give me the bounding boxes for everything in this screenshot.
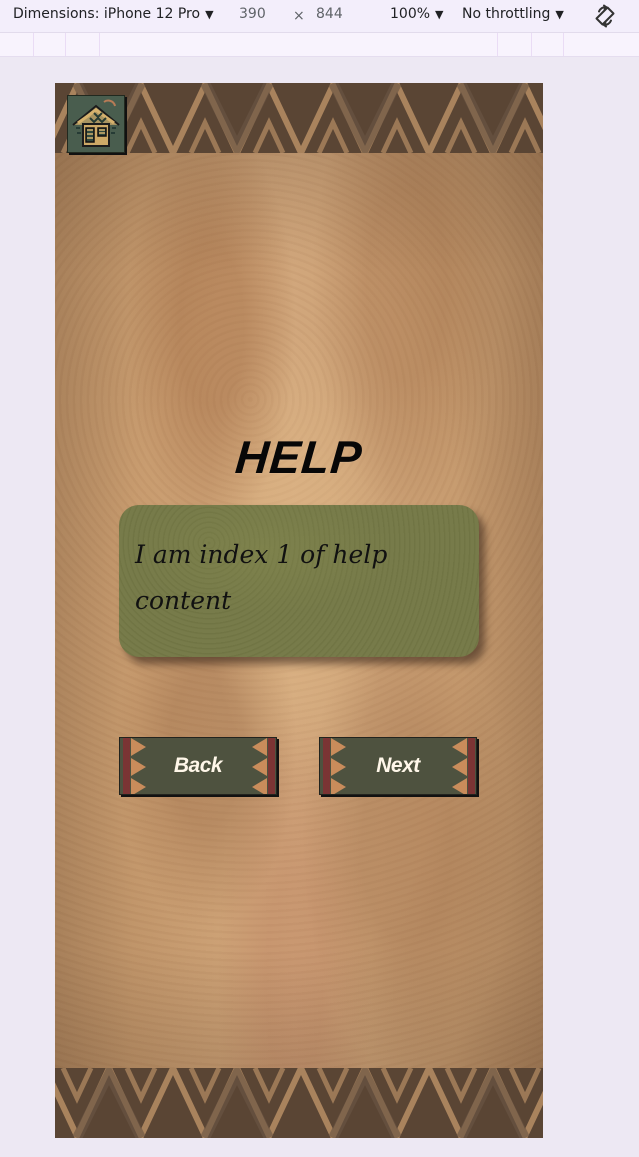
dimensions-label: Dimensions: iPhone 12 Pro [13, 6, 201, 22]
help-content-text: I am index 1 of help content [135, 540, 388, 615]
ruler-tick [563, 33, 564, 56]
top-zigzag-pattern [55, 83, 543, 153]
ruler-tick [33, 33, 34, 56]
back-button-label: Back [173, 754, 223, 777]
ruler-tick [99, 33, 100, 56]
bottom-tribal-border [55, 1068, 543, 1138]
devtools-toolbar: Dimensions: iPhone 12 Pro ▼ 390 × 844 100… [0, 0, 639, 32]
rotate-icon[interactable] [593, 4, 617, 28]
zoom-value: 100% [390, 6, 431, 22]
back-button[interactable]: Back [119, 737, 277, 795]
dimension-times-icon: × [293, 8, 305, 24]
device-ruler [0, 33, 639, 57]
zoom-dropdown-icon: ▼ [435, 8, 444, 21]
page-title: HELP [233, 430, 365, 483]
home-button[interactable] [67, 95, 125, 153]
dimensions-selector[interactable]: Dimensions: iPhone 12 Pro ▼ [13, 6, 214, 22]
throttling-selector[interactable]: No throttling ▼ [462, 6, 564, 22]
device-height-value[interactable]: 844 [316, 6, 343, 22]
ruler-tick [531, 33, 532, 56]
home-icon [72, 99, 120, 147]
bottom-zigzag-pattern [55, 1068, 543, 1138]
next-button-label: Next [376, 754, 420, 777]
throttling-dropdown-icon: ▼ [555, 8, 564, 21]
ruler-tick [497, 33, 498, 56]
top-tribal-border [55, 83, 543, 153]
throttling-value: No throttling [462, 6, 551, 22]
device-width-value[interactable]: 390 [239, 6, 266, 22]
help-content-card: I am index 1 of help content [119, 505, 479, 657]
zoom-selector[interactable]: 100% ▼ [390, 6, 444, 22]
next-button[interactable]: Next [319, 737, 477, 795]
ruler-tick [65, 33, 66, 56]
mobile-viewport: HELP I am index 1 of help content Back N… [55, 83, 543, 1138]
dimensions-dropdown-icon: ▼ [205, 8, 214, 21]
